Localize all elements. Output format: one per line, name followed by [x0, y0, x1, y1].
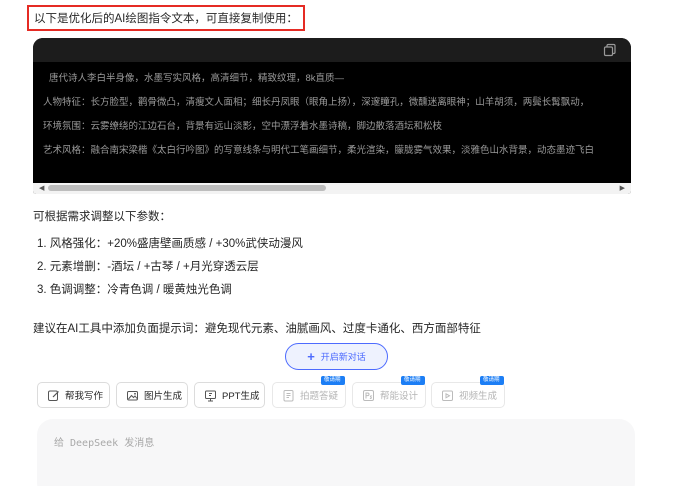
params-list: 1. 风格强化：+20%盛唐壁画质感 / +30%武侠动漫风 2. 元素增删：-…	[37, 236, 303, 305]
video-icon	[442, 390, 453, 401]
code-line: 人物特征：长方脸型，鹳骨微凸，清瘦文人面相；细长丹凤眼（眼角上扬），深邃瞳孔，微…	[43, 97, 590, 108]
photo-qa-button[interactable]: 敬请期待 拍题答疑	[272, 376, 346, 408]
image-icon	[127, 390, 138, 400]
tool-label: PPT生成	[222, 391, 260, 402]
plus-icon: +	[307, 349, 315, 364]
scrollbar-thumb[interactable]	[48, 185, 326, 191]
scroll-right-arrow-icon[interactable]: ▶	[620, 185, 625, 192]
coming-soon-badge: 敬请期待	[321, 376, 345, 392]
tool-label: 帮我写作	[65, 391, 104, 402]
ps-icon	[363, 389, 374, 401]
video-generation-button[interactable]: 敬请期待 视频生成	[431, 376, 505, 408]
tool-label: 视频生成	[459, 391, 498, 402]
coming-soon-badge: 敬请期待	[480, 376, 504, 392]
suggestion-text: 建议在AI工具中添加负面提示词：避免现代元素、油腻画风、过度卡通化、西方面部特征	[33, 323, 481, 335]
horizontal-scrollbar[interactable]: ◀ ▶	[33, 183, 631, 194]
code-line: 艺术风格：融合南宋梁楷《太白行吟图》的写意线条与明代工笔画细节，柔光渲染，朦胧雾…	[43, 145, 595, 156]
intro-text: 以下是优化后的AI绘图指令文本，可直接复制使用：	[34, 13, 298, 25]
intro-text-highlight: 以下是优化后的AI绘图指令文本，可直接复制使用：	[27, 5, 305, 31]
copy-icon[interactable]	[603, 43, 617, 57]
code-line: 环境氛围：云雾缭绕的江边石台，背景有远山淡影，空中漂浮着水墨诗稿，脚边散落酒坛和…	[43, 121, 443, 132]
code-body: 唐代诗人李白半身像，水墨写实风格，高清细节，精致纹理，8k直质— 人物特征：长方…	[33, 62, 631, 163]
camera-doc-icon	[283, 389, 294, 401]
image-generation-button[interactable]: 图片生成	[116, 382, 188, 408]
message-input-placeholder: 给 DeepSeek 发消息	[54, 438, 155, 449]
list-item: 3. 色调调整：冷青色调 / 暖黄烛光色调	[37, 284, 232, 296]
params-intro: 可根据需求调整以下参数：	[33, 211, 171, 223]
code-block-header	[33, 38, 631, 62]
tool-label: 拍题答疑	[300, 391, 339, 402]
code-line: 唐代诗人李白半身像，水墨写实风格，高清细节，精致纹理，8k直质—	[49, 73, 345, 84]
smart-design-button[interactable]: 敬请期待 帮能设计	[352, 376, 426, 408]
pen-icon	[48, 390, 59, 401]
list-item: 1. 风格强化：+20%盛唐壁画质感 / +30%武侠动漫风	[37, 238, 303, 250]
list-item: 2. 元素增删：-酒坛 / +古琴 / +月光穿透云层	[37, 261, 259, 273]
tool-label: 帮能设计	[380, 391, 419, 402]
writing-button[interactable]: 帮我写作	[37, 382, 110, 408]
ppt-generation-button[interactable]: PPT生成	[194, 382, 265, 408]
scroll-left-arrow-icon[interactable]: ◀	[39, 185, 44, 192]
tool-label: 图片生成	[144, 391, 183, 402]
ppt-icon	[205, 390, 216, 401]
new-chat-button[interactable]: + 开启新对话	[285, 343, 388, 370]
coming-soon-badge: 敬请期待	[401, 376, 425, 392]
new-chat-label: 开启新对话	[320, 352, 366, 362]
message-input[interactable]: 给 DeepSeek 发消息	[37, 419, 635, 486]
code-block: 唐代诗人李白半身像，水墨写实风格，高清细节，精致纹理，8k直质— 人物特征：长方…	[33, 38, 631, 194]
